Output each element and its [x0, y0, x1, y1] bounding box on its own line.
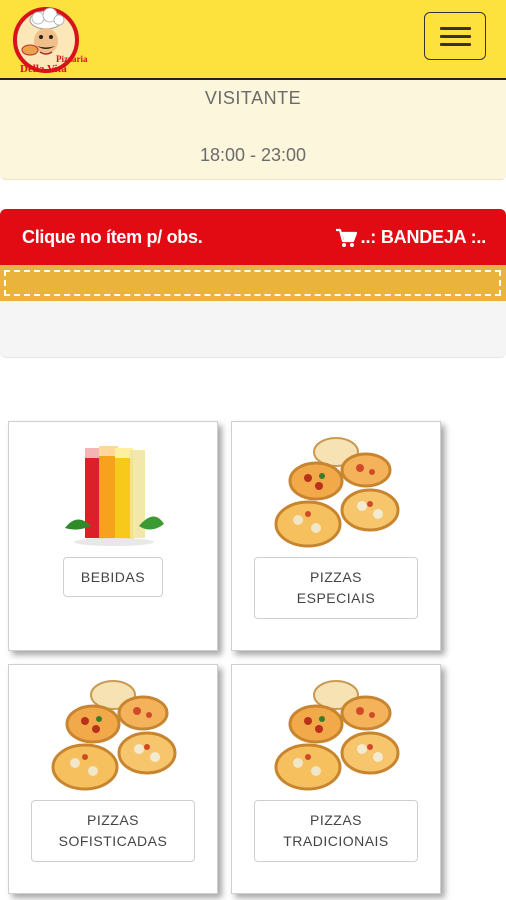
- tray-drop-zone: [4, 270, 501, 296]
- category-button-bebidas[interactable]: BEBIDAS: [63, 557, 163, 597]
- cart-icon: [335, 228, 357, 247]
- tray-hint-text: Clique no ítem p/ obs.: [22, 227, 203, 247]
- pizzas-icon: [272, 436, 400, 552]
- category-card-pizzas-especiais[interactable]: PIZZAS ESPECIAIS: [231, 421, 441, 651]
- tray-items-area[interactable]: [0, 265, 506, 301]
- tray-title-button[interactable]: ..: BANDEJA :..: [335, 227, 486, 248]
- category-button-pizzas-especiais[interactable]: PIZZAS ESPECIAIS: [254, 557, 418, 619]
- category-button-pizzas-tradicionais[interactable]: PIZZAS TRADICIONAIS: [254, 800, 418, 862]
- svg-text:Della Vita: Della Vita: [20, 63, 67, 74]
- pizzas-icon: [49, 679, 177, 795]
- opening-hours: 18:00 - 23:00: [199, 145, 307, 165]
- juice-glasses-icon: [59, 442, 169, 550]
- hamburger-icon: [440, 27, 471, 30]
- category-card-pizzas-tradicionais[interactable]: PIZZAS TRADICIONAIS: [231, 664, 441, 894]
- category-card-bebidas[interactable]: BEBIDAS: [8, 421, 218, 651]
- navbar: Pizzaria Della Vita: [0, 0, 506, 80]
- pizzaria-della-vita-logo[interactable]: Pizzaria Della Vita: [12, 6, 94, 75]
- pizzas-icon: [272, 679, 400, 795]
- hamburger-icon-bar: [440, 43, 471, 46]
- category-button-pizzas-sofisticadas[interactable]: PIZZAS SOFISTICADAS: [31, 800, 195, 862]
- hamburger-menu-button[interactable]: [424, 12, 486, 60]
- tray-title: ..: BANDEJA :..: [360, 227, 487, 247]
- category-card-pizzas-sofisticadas[interactable]: PIZZAS SOFISTICADAS: [8, 664, 218, 894]
- user-name: VISITANTE: [204, 88, 302, 108]
- hamburger-icon-bar: [440, 35, 471, 38]
- tray-body: [0, 301, 506, 358]
